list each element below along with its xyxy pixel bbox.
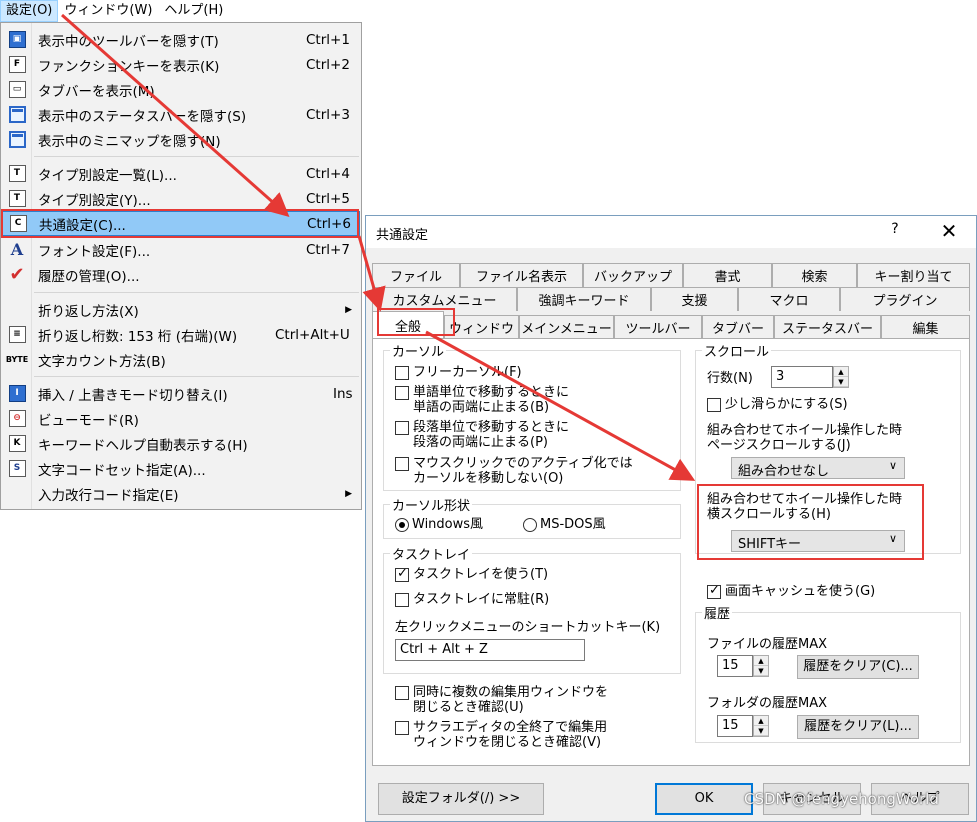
arrow-to-horizontal-scroll	[425, 330, 696, 481]
arrow-to-common-settings	[61, 13, 290, 217]
arrow-to-general-tab	[357, 235, 386, 312]
watermark: CSDN @fengyehongWorld	[744, 790, 939, 808]
annotation-arrows	[61, 13, 696, 481]
